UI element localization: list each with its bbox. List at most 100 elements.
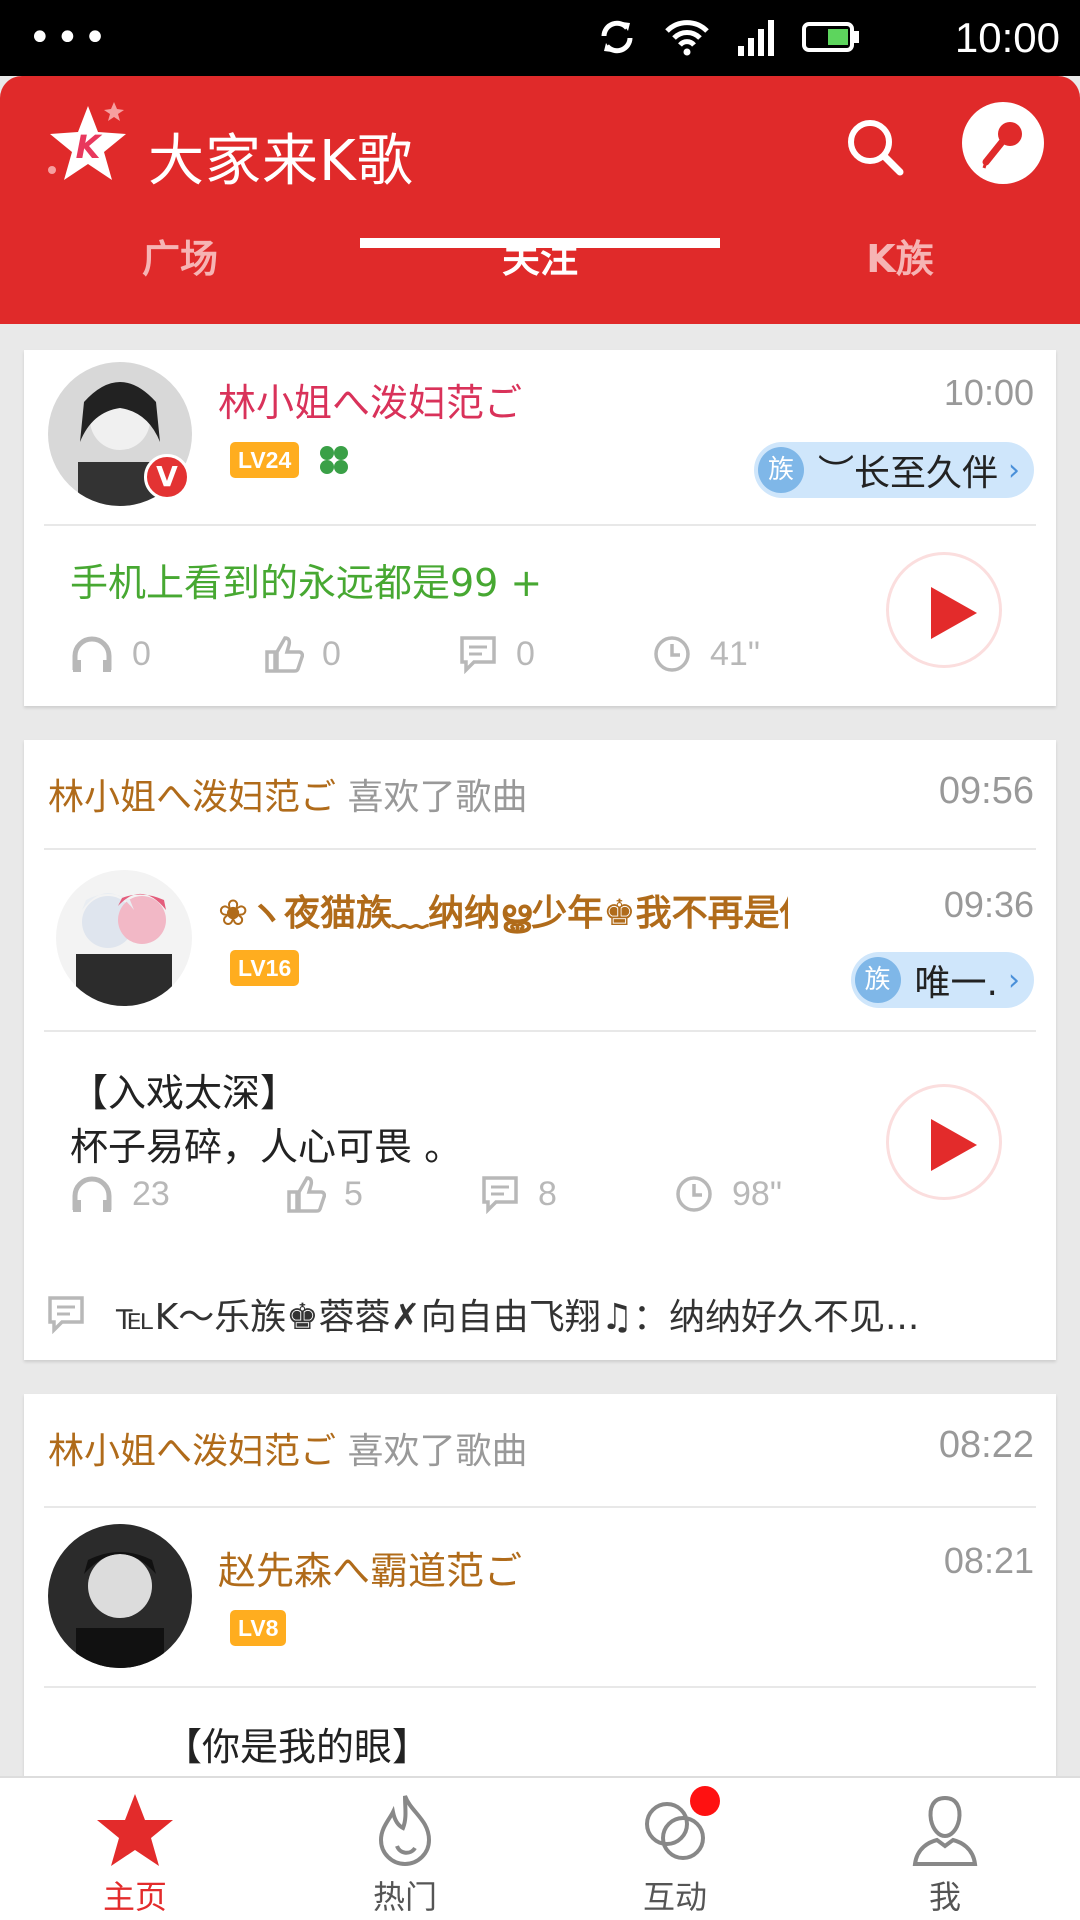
nav-label: 热门 — [372, 1878, 437, 1916]
clan-badge-icon: 族 — [854, 957, 901, 1003]
person-icon — [912, 1795, 978, 1866]
play-icon — [931, 587, 977, 639]
play-button[interactable] — [886, 1084, 1002, 1200]
song-title: 【你是我的眼】 — [164, 1725, 431, 1769]
divider — [44, 1686, 1036, 1688]
divider — [44, 524, 1036, 526]
like-activity: 林小姐へ泼妇范ご 喜欢了歌曲 — [48, 768, 527, 820]
duration-stat: 98" — [674, 1174, 868, 1214]
divider — [44, 848, 1036, 850]
nav-label: 我 — [928, 1878, 961, 1916]
thumbs-up-icon — [287, 1176, 326, 1213]
like-count: 0 — [322, 634, 341, 673]
tab-indicator — [360, 238, 720, 248]
liker-name[interactable]: 林小姐へ泼妇范ご — [48, 777, 336, 818]
sync-icon — [601, 20, 633, 54]
microphone-icon — [982, 122, 1022, 169]
clan-badge-icon: 族 — [757, 447, 804, 493]
play-button[interactable] — [886, 552, 1002, 668]
nav-label: 主页 — [102, 1878, 167, 1916]
nav-me[interactable]: 我 — [810, 1778, 1080, 1920]
feed-card[interactable]: 林小姐へ泼妇范ご 喜欢了歌曲 08:22 赵先森へ霸道范ご 08:21 LV8 … — [24, 1394, 1056, 1814]
clan-tag[interactable]: 族 ︶长至久伴 › — [753, 442, 1034, 498]
status-time: 10:00 — [954, 14, 1060, 61]
feed-card[interactable]: V 林小姐へ泼妇范ご 10:00 LV24 族 ︶长至久伴 › 手机上看到的永远… — [24, 350, 1056, 706]
comment-icon — [460, 636, 496, 674]
status-bar: ••• 10:00 — [0, 0, 1080, 76]
divider — [44, 1030, 1036, 1032]
duration-stat: 41" — [652, 634, 846, 674]
like-stat[interactable]: 5 — [286, 1174, 480, 1214]
verified-v-badge-icon: V — [144, 454, 190, 500]
comment-count: 8 — [538, 1174, 557, 1213]
comment-stat[interactable]: 8 — [480, 1174, 674, 1214]
song-title: 【入戏太深】 — [70, 1071, 299, 1115]
thumbs-up-icon — [265, 636, 304, 673]
song-description: 手机上看到的永远都是99 + — [70, 561, 543, 605]
feed-card[interactable]: 林小姐へ泼妇范ご 喜欢了歌曲 09:56 ❀ヽ夜猫族﹏纳纳ൠ少年♚我不再是你的.… — [24, 740, 1056, 1360]
clan-name: 唯一. — [914, 963, 998, 1004]
username[interactable]: 林小姐へ泼妇范ご — [218, 372, 522, 427]
username[interactable]: 赵先森へ霸道范ご — [218, 1540, 522, 1595]
record-mic-button[interactable] — [962, 102, 1044, 184]
app-title: 大家来K歌 — [148, 129, 414, 194]
like-time: 08:22 — [938, 1424, 1034, 1466]
chevron-right-icon: › — [1008, 452, 1020, 488]
listen-stat: 23 — [70, 1174, 286, 1214]
like-activity: 林小姐へ泼妇范ご 喜欢了歌曲 — [48, 1422, 527, 1474]
like-action: 喜欢了歌曲 — [347, 777, 528, 818]
tab-k-clan[interactable]: K族 — [720, 224, 1080, 324]
flame-icon — [378, 1795, 432, 1866]
avatar[interactable] — [56, 870, 192, 1006]
latest-comment[interactable]: ℡K～乐族♚蓉蓉✗向自由飞翔♫：纳纳好久不见... — [46, 1288, 919, 1340]
clan-tag[interactable]: 族 唯一. › — [850, 952, 1034, 1008]
divider — [44, 1506, 1036, 1508]
notification-dots-icon: ••• — [28, 15, 111, 61]
app-header: K 大家来K歌 广场 关注 K族 — [0, 76, 1080, 324]
post-time: 09:36 — [943, 884, 1034, 925]
comment-icon — [48, 1296, 84, 1334]
username[interactable]: ❀ヽ夜猫族﹏纳纳ൠ少年♚我不再是你的... — [218, 884, 788, 936]
clover-icon — [320, 446, 348, 474]
wifi-icon — [665, 20, 709, 56]
nav-home[interactable]: 主页 — [0, 1778, 270, 1920]
clock-icon — [654, 636, 690, 672]
bottom-navigation: 主页 热门 互动 我 — [0, 1776, 1080, 1920]
comment-icon — [482, 1176, 518, 1214]
k-star-logo-icon: K — [48, 102, 126, 180]
clan-name: ︶长至久伴 — [817, 453, 998, 494]
listen-count: 23 — [132, 1174, 170, 1213]
search-icon[interactable] — [840, 112, 910, 182]
song-description: 杯子易碎，人心可畏 。 — [70, 1125, 463, 1169]
level-badge: LV16 — [230, 950, 300, 986]
level-badge: LV24 — [230, 442, 300, 478]
liker-name[interactable]: 林小姐へ泼妇范ご — [48, 1431, 336, 1472]
status-icons — [596, 16, 860, 58]
headphones-icon — [72, 1176, 112, 1212]
tab-square[interactable]: 广场 — [0, 224, 360, 324]
song-stats: 0 0 0 41" — [70, 634, 846, 674]
nav-hot[interactable]: 热门 — [270, 1778, 540, 1920]
notification-dot-icon — [690, 1786, 720, 1816]
listen-count: 0 — [132, 634, 151, 673]
star-icon — [97, 1794, 173, 1866]
like-time: 09:56 — [938, 770, 1034, 812]
chevron-right-icon: › — [1008, 962, 1020, 998]
like-action: 喜欢了歌曲 — [347, 1431, 528, 1472]
level-badge: LV8 — [230, 1610, 287, 1646]
post-time: 10:00 — [943, 372, 1034, 413]
headphones-icon — [72, 636, 112, 672]
post-time: 08:21 — [943, 1540, 1034, 1581]
comment-count: 0 — [516, 634, 535, 673]
nav-interact[interactable]: 互动 — [540, 1778, 810, 1920]
comment-stat[interactable]: 0 — [458, 634, 652, 674]
like-count: 5 — [344, 1174, 363, 1213]
duration: 98" — [732, 1174, 782, 1213]
clock-icon — [676, 1176, 712, 1212]
avatar[interactable] — [48, 1524, 192, 1668]
battery-icon — [802, 22, 859, 52]
listen-stat: 0 — [70, 634, 264, 674]
duration: 41" — [710, 634, 760, 673]
song-stats: 23 5 8 98" — [70, 1174, 868, 1214]
like-stat[interactable]: 0 — [264, 634, 458, 674]
